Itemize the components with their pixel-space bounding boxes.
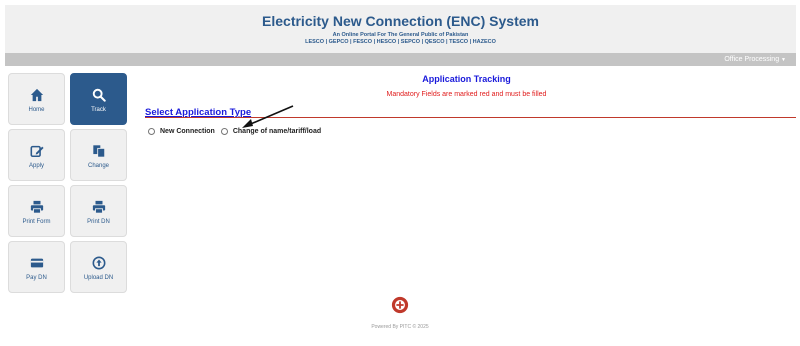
sidebar-item-change[interactable]: Change: [70, 129, 127, 181]
credit-card-icon: [30, 258, 43, 268]
home-icon: [30, 88, 43, 102]
edit-icon: [30, 145, 44, 158]
site-subtitle: An Online Portal For The General Public …: [332, 32, 469, 38]
search-icon: [92, 88, 106, 102]
company-list: LESCO | GEPCO | FESCO | HESCO | SEPCO | …: [305, 39, 496, 45]
office-processing-label: Office Processing: [724, 56, 780, 63]
copy-icon: [92, 145, 105, 158]
page: Electricity New Connection (ENC) System …: [0, 0, 800, 346]
menu-bar: Office Processing ▼: [5, 53, 796, 66]
site-title: Electricity New Connection (ENC) System: [262, 13, 539, 29]
print-icon: [30, 200, 43, 214]
site-header: Electricity New Connection (ENC) System …: [5, 5, 796, 53]
powered-by: Powered By PITC © 2025: [371, 324, 429, 330]
sidebar-item-label: Upload DN: [83, 275, 114, 281]
sidebar-item-upload-dn[interactable]: Upload DN: [70, 241, 127, 293]
arrow-annotation-icon: [242, 105, 294, 128]
sidebar-item-track[interactable]: Track: [70, 73, 127, 125]
pitc-logo-icon: [391, 296, 409, 314]
new-connection-label[interactable]: New Connection: [160, 128, 215, 135]
sidebar-item-label: Track: [91, 107, 106, 113]
sidebar-item-label: Print Form: [22, 219, 51, 225]
print-icon: [92, 200, 105, 214]
sidebar-item-label: Print DN: [87, 219, 110, 225]
upload-icon: [92, 256, 105, 270]
page-title: Application Tracking: [422, 74, 511, 84]
sidebar-item-label: Change: [87, 163, 110, 169]
mandatory-note: Mandatory Fields are marked red and must…: [386, 91, 547, 98]
chevron-down-icon: ▼: [781, 57, 786, 63]
sidebar-item-print-dn[interactable]: Print DN: [70, 185, 127, 237]
sidebar-item-label: Apply: [28, 163, 44, 169]
office-processing-menu[interactable]: Office Processing ▼: [724, 54, 786, 66]
new-connection-radio[interactable]: [148, 128, 155, 135]
sidebar-item-home[interactable]: Home: [8, 73, 65, 125]
sidebar-item-print-form[interactable]: Print Form: [8, 185, 65, 237]
sidebar-item-label: Pay DN: [26, 275, 47, 281]
sidebar-item-pay-dn[interactable]: Pay DN: [8, 241, 65, 293]
change-radio[interactable]: [220, 128, 228, 135]
sidebar-item-apply[interactable]: Apply: [8, 129, 65, 181]
sidebar-item-label: Home: [28, 107, 45, 113]
